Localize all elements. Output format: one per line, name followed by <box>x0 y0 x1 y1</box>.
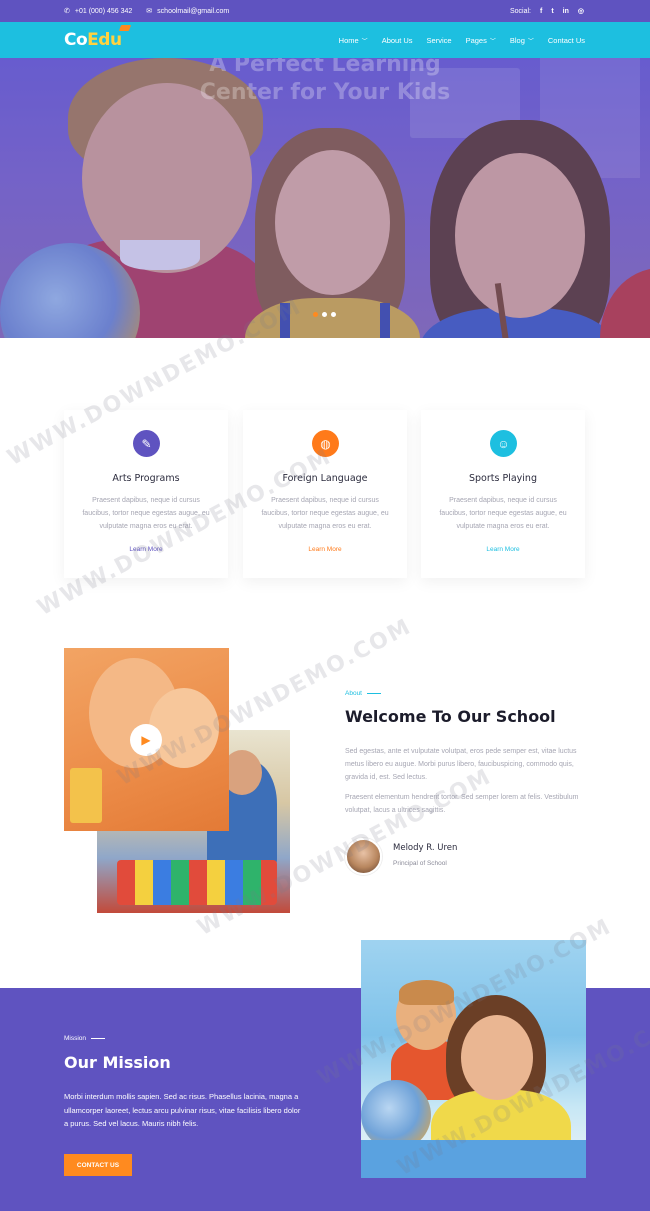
facebook-icon[interactable]: f <box>540 8 542 15</box>
feature-text: Praesent dapibus, neque id cursus faucib… <box>261 497 389 530</box>
instagram-icon[interactable]: ◎ <box>578 7 584 15</box>
menu-item-contact[interactable]: Contact Us <box>548 36 585 45</box>
slider-dots <box>313 312 336 317</box>
feature-title: Sports Playing <box>469 473 537 484</box>
social-label: Social: <box>509 7 531 15</box>
feature-text: Praesent dapibus, neque id cursus faucib… <box>439 497 567 530</box>
menu-item-service[interactable]: Service <box>427 36 452 45</box>
principal-role: Principal of School <box>393 860 447 867</box>
chevron-down-icon: ﹀ <box>527 38 534 45</box>
mission-title: Our Mission <box>64 1053 171 1072</box>
phone-icon: ✆ <box>64 8 70 15</box>
logo-text-co: Co <box>64 30 88 50</box>
about-section-tag: About <box>345 690 381 697</box>
slider-dot-3[interactable] <box>331 312 336 317</box>
tag-line <box>367 693 381 694</box>
mission-tag-label: Mission <box>64 1035 87 1042</box>
phone-text: +01 (000) 456 342 <box>74 7 133 15</box>
email-text: schoolmail@gmail.com <box>157 7 230 15</box>
site-logo[interactable]: Co Edu <box>64 25 131 51</box>
mission-section-tag: Mission <box>64 1035 106 1042</box>
hero-slider: A Perfect Learning Center for Your Kids <box>0 58 650 338</box>
phone-item[interactable]: ✆ +01 (000) 456 342 <box>64 7 133 16</box>
menu-item-about[interactable]: About Us <box>382 36 413 45</box>
mission-img-girl-face <box>461 1015 533 1100</box>
contact-us-button[interactable]: CONTACT US <box>64 1154 132 1176</box>
hero-title-line2: Center for Your Kids <box>199 80 451 105</box>
logo-text-edu: Edu <box>87 25 131 50</box>
palette-icon: ✎ <box>133 430 160 457</box>
learn-more-link[interactable]: Learn More <box>421 546 585 553</box>
top-bar: ✆ +01 (000) 456 342 ✉ schoolmail@gmail.c… <box>0 0 650 22</box>
mission-text: Morbi interdum mollis sapien. Sed ac ris… <box>64 1092 301 1128</box>
chevron-down-icon: ﹀ <box>489 38 496 45</box>
slider-dot-2[interactable] <box>322 312 327 317</box>
hero-title-line1: A Perfect Learning <box>209 58 441 77</box>
social-links: Social: f t in ◎ <box>510 0 584 22</box>
feature-card-sports: ☺ Sports Playing Praesent dapibus, neque… <box>421 410 585 578</box>
about-tag-label: About <box>345 690 362 697</box>
sports-icon: ☺ <box>490 430 517 457</box>
tag-line <box>91 1038 106 1039</box>
principal-name: Melody R. Uren <box>393 843 458 853</box>
about-title: Welcome To Our School <box>345 707 556 726</box>
learn-more-link[interactable]: Learn More <box>243 546 407 553</box>
linkedin-icon[interactable]: in <box>563 8 569 15</box>
chevron-down-icon: ﹀ <box>361 38 368 45</box>
email-item[interactable]: ✉ schoolmail@gmail.com <box>146 7 230 16</box>
slider-dot-1[interactable] <box>313 312 318 317</box>
email-icon: ✉ <box>146 8 153 15</box>
contact-info: ✆ +01 (000) 456 342 ✉ schoolmail@gmail.c… <box>64 0 229 22</box>
menu-item-pages[interactable]: Pages ﹀ <box>466 36 496 45</box>
main-menu: Home ﹀ About Us Service Pages ﹀ Blog ﹀ Cont… <box>339 22 585 58</box>
feature-title: Arts Programs <box>112 473 180 484</box>
menu-item-blog[interactable]: Blog ﹀ <box>510 36 534 45</box>
about-img-pencil-cup <box>70 768 102 823</box>
graduation-cap-icon <box>118 25 131 31</box>
menu-item-home[interactable]: Home ﹀ <box>339 36 368 45</box>
main-navbar: Co Edu Home ﹀ About Us Service Pages ﹀ Blo… <box>0 22 650 58</box>
twitter-icon[interactable]: t <box>551 8 553 15</box>
